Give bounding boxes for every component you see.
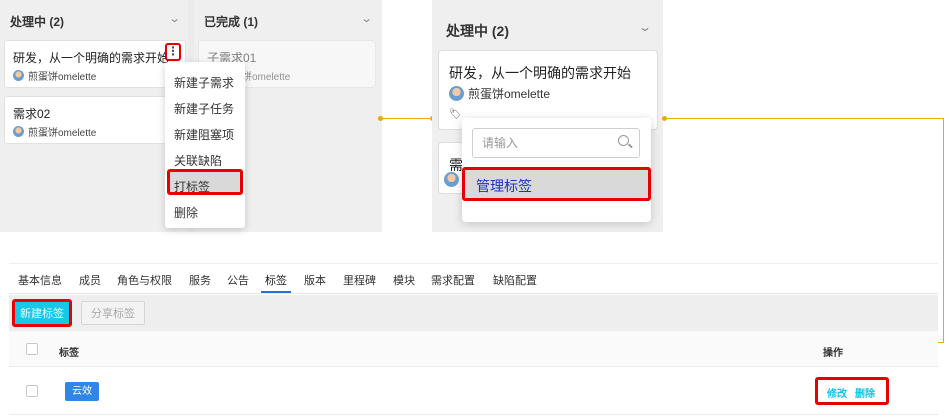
menu-item-add-tag[interactable]: 打标签 — [174, 178, 210, 195]
new-tag-button[interactable]: 新建标签 — [12, 299, 72, 327]
chevron-down-icon[interactable]: ⌄ — [638, 20, 652, 34]
select-all-checkbox[interactable] — [26, 343, 38, 355]
card-title: 需求02 — [13, 107, 51, 121]
delete-link[interactable]: 删除 — [855, 385, 875, 400]
avatar — [13, 126, 24, 137]
settings-tabs: 基本信息 成员 角色与权限 服务 公告 标签 版本 里程碑 模块 需求配置 缺陷… — [9, 264, 938, 294]
card-assignee: 煎蛋饼omelette — [13, 124, 96, 139]
card-requirement-02[interactable]: 需求02 煎蛋饼omelette — [4, 96, 186, 144]
search-icon — [618, 135, 629, 146]
column-in-progress: 处理中 (2) ⌄ 研发，从一个明确的需求开始 煎蛋饼omelette 需求02… — [0, 0, 188, 232]
tab-milestones[interactable]: 里程碑 — [343, 272, 376, 288]
avatar — [444, 172, 459, 187]
card-title: 研发，从一个明确的需求开始 — [13, 51, 170, 65]
share-tag-button[interactable]: 分享标签 — [81, 301, 145, 325]
tag-dropdown: 管理标签 — [462, 118, 651, 222]
tag-toolbar: 新建标签 分享标签 — [9, 295, 938, 331]
active-tab-indicator — [261, 291, 291, 293]
card-assignee: 煎蛋饼omelette — [449, 85, 550, 102]
row-checkbox[interactable] — [26, 385, 38, 397]
menu-item-new-blocker[interactable]: 新建阻塞项 — [174, 126, 234, 143]
tab-requirement-config[interactable]: 需求配置 — [431, 272, 475, 288]
column-title: 处理中 (2) — [446, 23, 509, 39]
manage-tags-button[interactable]: 管理标签 — [462, 167, 651, 201]
tab-versions[interactable]: 版本 — [304, 272, 326, 288]
edit-link[interactable]: 修改 — [827, 385, 847, 400]
manage-tags-label: 管理标签 — [476, 178, 532, 194]
tab-basic-info[interactable]: 基本信息 — [18, 272, 62, 288]
tab-defect-config[interactable]: 缺陷配置 — [493, 272, 537, 288]
chevron-down-icon[interactable]: ⌄ — [168, 12, 181, 25]
column-header-actions: 操作 — [823, 348, 843, 359]
column-title: 已完成 (1) — [204, 15, 259, 29]
menu-item-new-sub-requirement[interactable]: 新建子需求 — [174, 74, 234, 91]
tab-members[interactable]: 成员 — [79, 272, 101, 288]
kanban-board: 处理中 (2) ⌄ 研发，从一个明确的需求开始 煎蛋饼omelette 需求02… — [0, 0, 382, 232]
connector-line — [664, 118, 944, 119]
avatar — [13, 70, 24, 81]
menu-item-delete[interactable]: 删除 — [174, 204, 198, 221]
row-actions: 修改 删除 — [815, 377, 889, 405]
card-assignee: 煎蛋饼omelette — [13, 68, 96, 83]
column-header-tag: 标签 — [59, 348, 79, 359]
card-title: 研发，从一个明确的需求开始 — [449, 65, 631, 81]
avatar — [449, 86, 464, 101]
connector-dot — [378, 116, 383, 121]
tag-badge: 云效 — [65, 382, 99, 401]
tab-modules[interactable]: 模块 — [393, 272, 415, 288]
card-requirement[interactable]: 研发，从一个明确的需求开始 煎蛋饼omelette — [4, 40, 186, 88]
tag-search-input[interactable] — [472, 128, 640, 158]
connector-line — [381, 118, 433, 119]
avatar — [444, 172, 463, 190]
connector-dot — [662, 116, 667, 121]
chevron-down-icon[interactable]: ⌄ — [360, 12, 373, 25]
more-actions-button[interactable]: ⋮ — [165, 43, 181, 61]
tab-services[interactable]: 服务 — [189, 272, 211, 288]
table-header: 标签 操作 — [9, 331, 938, 367]
tab-announcements[interactable]: 公告 — [227, 272, 249, 288]
menu-item-link-defect[interactable]: 关联缺陷 — [174, 152, 222, 169]
project-settings: 基本信息 成员 角色与权限 服务 公告 标签 版本 里程碑 模块 需求配置 缺陷… — [9, 263, 938, 420]
card-context-menu: 新建子需求 新建子任务 新建阻塞项 关联缺陷 打标签 删除 — [165, 62, 245, 228]
tab-tags[interactable]: 标签 — [265, 272, 287, 288]
tab-roles-permissions[interactable]: 角色与权限 — [117, 272, 172, 288]
menu-item-new-sub-task[interactable]: 新建子任务 — [174, 100, 234, 117]
column-title: 处理中 (2) — [10, 15, 65, 29]
tag-icon[interactable]: 🏷 — [449, 109, 462, 120]
table-row: 云效 修改 删除 — [9, 367, 938, 415]
connector-line — [943, 118, 944, 342]
